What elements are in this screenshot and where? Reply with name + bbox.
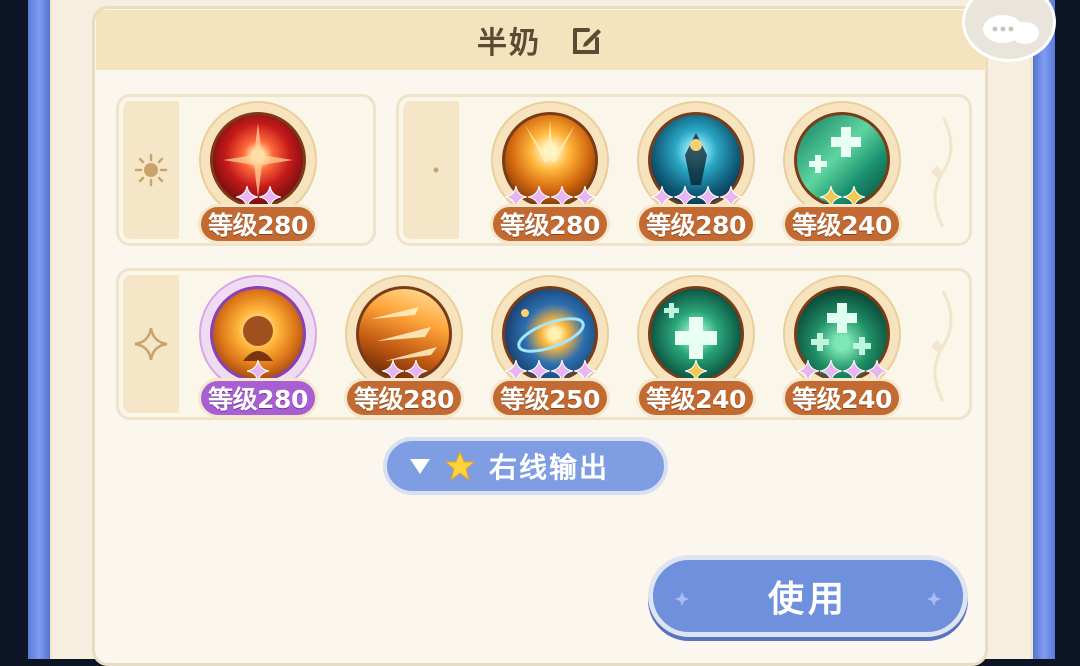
skill-slot[interactable]: 等级280: [198, 274, 318, 424]
frame-left: [28, 0, 53, 659]
skill-level-badge: 等级280: [344, 378, 464, 418]
frame-right: [1030, 0, 1055, 659]
sparkle-icon: [134, 327, 168, 361]
skill-slot[interactable]: 等级280: [490, 100, 610, 250]
skill-level-badge: 等级240: [636, 378, 756, 418]
chat-bubbles-icon: [983, 15, 1039, 44]
slot-tab-moon: [403, 101, 459, 239]
slot-tab-sun: [123, 101, 179, 239]
skill-level-badge: 等级250: [490, 378, 610, 418]
skill-level-badge: 等级280: [198, 204, 318, 244]
skill-level-badge: 等级240: [782, 204, 902, 244]
moon-icon: [423, 158, 439, 182]
loadout-title: 半奶: [477, 26, 541, 61]
edit-icon[interactable]: [569, 22, 605, 58]
ornament-icon: [931, 116, 953, 228]
star-icon: [445, 451, 475, 481]
use-button[interactable]: 使用: [648, 555, 968, 637]
role-filter-dropdown[interactable]: 右线输出: [383, 437, 668, 495]
use-button-label: 使用: [767, 579, 848, 620]
skill-slot[interactable]: 等级280: [198, 100, 318, 250]
skill-slot[interactable]: 等级240: [782, 100, 902, 250]
skill-slot[interactable]: 等级280: [636, 100, 756, 250]
skill-slot[interactable]: 等级240: [782, 274, 902, 424]
sun-icon: [134, 153, 168, 187]
ornament-icon: [931, 290, 953, 402]
slot-tab-sparkle: [123, 275, 179, 413]
skill-level-badge: 等级240: [782, 378, 902, 418]
skill-level-badge: 等级280: [198, 378, 318, 418]
skill-slot[interactable]: 等级280: [344, 274, 464, 424]
skill-level-badge: 等级280: [490, 204, 610, 244]
skill-slot[interactable]: 等级240: [636, 274, 756, 424]
sparkle-icon: [927, 592, 941, 606]
sparkle-icon: [675, 592, 689, 606]
triangle-down-icon: [410, 459, 430, 474]
skill-level-badge: 等级280: [636, 204, 756, 244]
role-filter-label: 右线输出: [489, 451, 610, 484]
title-bar: 半奶: [96, 10, 986, 70]
skill-slot[interactable]: 等级250: [490, 274, 610, 424]
chat-button[interactable]: [962, 0, 1056, 62]
